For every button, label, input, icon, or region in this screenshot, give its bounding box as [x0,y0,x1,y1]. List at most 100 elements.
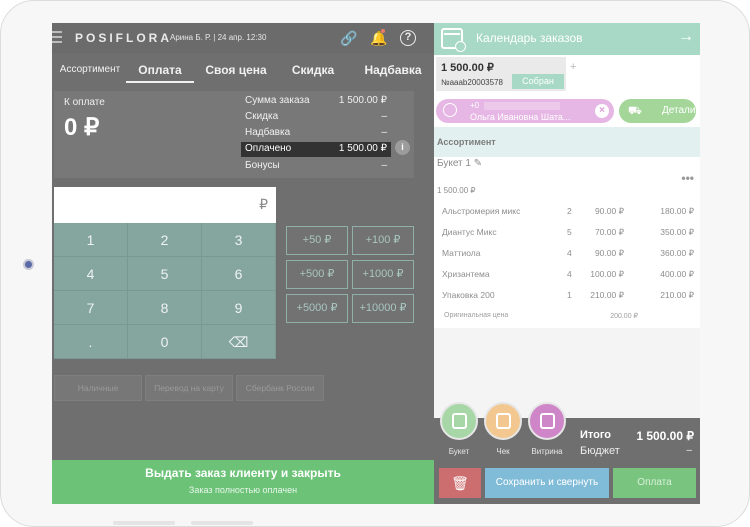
table-row[interactable]: Альстромерия микс 2 90.00 ₽ 180.00 ₽ [434,202,700,223]
issue-and-close-button[interactable]: Выдать заказ клиенту и закрыть Заказ пол… [52,460,434,504]
table-row[interactable]: Упаковка 200 1 210.00 ₽ 210.00 ₽ [434,286,700,307]
flower-icon [452,413,467,429]
payment-panel: POSIFLORA Арина Б. Р. | 24 апр. 12:30 🔗 … [52,23,434,504]
calendar-icon [441,28,466,52]
numeric-keypad: 1 2 3 4 5 6 7 8 9 . 0 ⌫ [54,223,276,360]
trash-icon[interactable]: 🗑 [439,468,481,498]
quick-add-500[interactable]: +500 ₽ [286,260,348,289]
payment-summary: К оплате 0 ₽ Сумма заказа 1 500.00 ₽ Скид… [54,91,414,178]
link-icon[interactable]: 🔗 [340,29,358,47]
quick-add-50[interactable]: +50 ₽ [286,226,348,255]
amount-input[interactable]: ₽ [54,187,276,223]
table-row[interactable]: Хризантема 4 100.00 ₽ 400.00 ₽ [434,265,700,286]
client-chip[interactable]: +0 Ольга Ивановна Шата... × [436,99,614,123]
order-footer: Букет Чек Витрина Итого 1 500.00 ₽ Бюдже… [434,402,700,504]
summary-row-surcharge: Надбавка – [245,127,387,138]
store-icon [540,413,555,429]
quick-add-1000[interactable]: +1000 ₽ [352,260,414,289]
method-card-transfer[interactable]: Перевод на карту [145,375,233,401]
user-icon [443,103,457,117]
method-cash[interactable]: Наличные [54,375,142,401]
status-badge: Собран [512,74,564,89]
user-info: Арина Б. Р. | 24 апр. 12:30 [170,33,267,42]
calendar-title: Календарь заказов [476,31,583,45]
summary-row-order-total: Сумма заказа 1 500.00 ₽ [245,95,387,106]
quick-add-5000[interactable]: +5000 ₽ [286,294,348,323]
key-dot[interactable]: . [54,325,128,359]
receipt-button[interactable] [484,402,522,440]
tablet-frame: POSIFLORA Арина Б. Р. | 24 апр. 12:30 🔗 … [0,0,750,527]
top-bar: POSIFLORA Арина Б. Р. | 24 апр. 12:30 🔗 … [52,23,434,53]
arrow-right-icon[interactable]: → [678,28,694,46]
key-4[interactable]: 4 [54,257,128,291]
order-calendar-header[interactable]: Календарь заказов → [434,23,700,55]
bell-icon[interactable]: 🔔 [370,29,388,47]
phone-redaction [484,102,560,110]
budget-value: – [686,445,692,456]
close-icon[interactable]: × [595,104,609,118]
key-9[interactable]: 9 [202,291,276,325]
notification-dot [381,29,385,33]
tab-assortment[interactable]: Ассортимент [56,59,124,83]
client-name: Ольга Ивановна Шата... [470,112,571,122]
key-3[interactable]: 3 [202,223,276,257]
payment-tabs: Ассортимент Оплата Своя цена Скидка Надб… [52,59,434,83]
camera-dot [23,259,34,270]
more-icon[interactable]: ••• [681,171,694,185]
key-7[interactable]: 7 [54,291,128,325]
issue-button-title: Выдать заказ клиенту и закрыть [145,466,341,480]
key-5[interactable]: 5 [128,257,202,291]
summary-row-discount: Скидка – [245,111,387,122]
logo: POSIFLORA [75,31,173,45]
tab-discount[interactable]: Скидка [286,59,340,83]
receipt-icon [496,413,511,429]
currency-symbol: ₽ [259,196,268,212]
budget-label: Бюджет [580,445,620,457]
quick-add-10000[interactable]: +10000 ₽ [352,294,414,323]
issue-button-subtitle: Заказ полностью оплачен [188,485,298,495]
method-sberbank[interactable]: Сбербанк России [236,375,324,401]
table-row[interactable]: Диантус Микс 5 70.00 ₽ 350.00 ₽ [434,223,700,244]
to-pay-amount: 0 ₽ [64,114,100,141]
add-order-tab[interactable]: + [570,61,576,73]
total-label: Итого [580,429,612,441]
tab-payment[interactable]: Оплата [126,59,194,83]
save-and-minimize-button[interactable]: Сохранить и свернуть [485,468,609,498]
key-8[interactable]: 8 [128,291,202,325]
original-price-row: Оригинальная цена 200.00 ₽ [444,312,638,320]
order-list-empty-area [434,328,700,418]
showcase-button[interactable] [528,402,566,440]
client-phone: +0 [470,101,480,110]
details-label: Детали [662,105,696,116]
tab-custom-price[interactable]: Своя цена [200,59,272,83]
app-screen: POSIFLORA Арина Б. Р. | 24 апр. 12:30 🔗 … [52,23,700,504]
key-6[interactable]: 6 [202,257,276,291]
summary-row-bonuses: Бонусы – [245,160,387,171]
help-icon[interactable]: ? [400,30,416,46]
assortment-header: Ассортимент [434,127,700,157]
truck-icon: ⛟ [628,105,642,117]
to-pay-label: К оплате [64,97,105,108]
bouquet-button[interactable] [440,402,478,440]
bouquet-title[interactable]: Букет 1 ✎ [437,158,482,169]
order-number: №aaab20003578 [441,78,503,87]
pencil-icon[interactable]: ✎ [474,158,482,169]
key-1[interactable]: 1 [54,223,128,257]
receipt-button-label: Чек [496,447,510,456]
order-tab[interactable]: 1 500.00 ₽ №aaab20003578 Собран [436,57,566,91]
pay-button[interactable]: Оплата [613,468,696,498]
key-2[interactable]: 2 [128,223,202,257]
bouquet-price: 1 500.00 ₽ [437,186,476,195]
info-icon[interactable]: i [395,140,410,155]
details-button[interactable]: ⛟ Детали [619,99,696,123]
bouquet-button-label: Букет [448,447,470,456]
tab-surcharge[interactable]: Надбавка [354,59,432,83]
order-sum: 1 500.00 ₽ [441,62,494,74]
table-row[interactable]: Маттиола 4 90.00 ₽ 360.00 ₽ [434,244,700,265]
summary-row-paid: Оплачено 1 500.00 ₽ [241,142,391,157]
backspace-icon[interactable]: ⌫ [202,325,276,359]
menu-icon[interactable] [52,31,62,43]
quick-add-100[interactable]: +100 ₽ [352,226,414,255]
key-0[interactable]: 0 [128,325,202,359]
order-panel: Календарь заказов → 1 500.00 ₽ №aaab2000… [434,23,700,504]
